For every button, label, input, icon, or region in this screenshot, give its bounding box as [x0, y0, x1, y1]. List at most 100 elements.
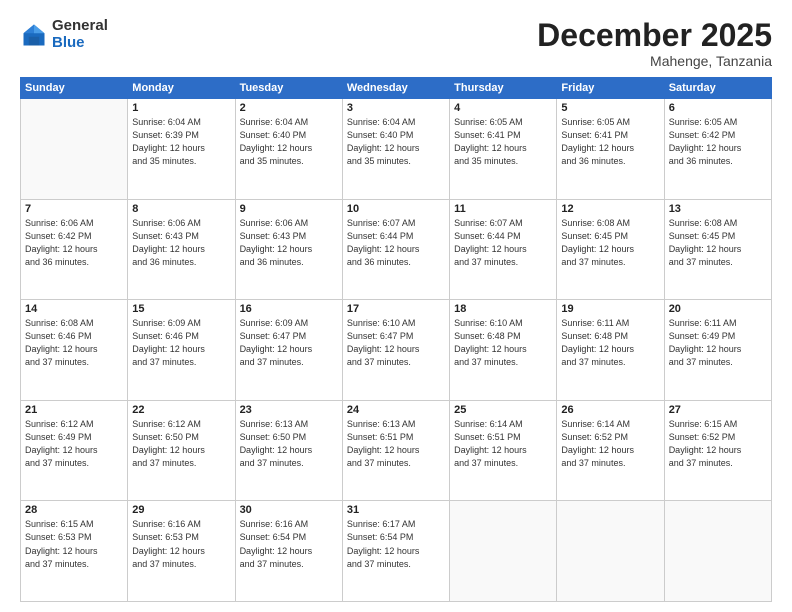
day-number: 28: [25, 504, 123, 516]
day-number: 9: [240, 203, 338, 215]
day-info: Sunrise: 6:07 AM Sunset: 6:44 PM Dayligh…: [347, 217, 445, 269]
day-cell: 8 Sunrise: 6:06 AM Sunset: 6:43 PM Daylig…: [128, 199, 235, 300]
day-number: 25: [454, 404, 552, 416]
day-cell: [664, 501, 771, 602]
week-row-1: 1Sunrise: 6:04 AM Sunset: 6:39 PM Daylig…: [21, 99, 772, 200]
day-number: 2: [240, 102, 338, 114]
day-cell: 11 Sunrise: 6:07 AM Sunset: 6:44 PM Dayli…: [450, 199, 557, 300]
day-number: 19: [561, 303, 659, 315]
day-cell: 4 Sunrise: 6:05 AM Sunset: 6:41 PM Daylig…: [450, 99, 557, 200]
week-row-2: 7Sunrise: 6:06 AM Sunset: 6:42 PM Daylig…: [21, 199, 772, 300]
day-cell: [21, 99, 128, 200]
day-number: 31: [347, 504, 445, 516]
header: General Blue December 2025 Mahenge, Tanz…: [20, 18, 772, 69]
day-number: 6: [669, 102, 767, 114]
day-number: 20: [669, 303, 767, 315]
day-cell: 20 Sunrise: 6:11 AM Sunset: 6:49 PM Dayli…: [664, 300, 771, 401]
weekday-header-tuesday: Tuesday: [235, 78, 342, 99]
day-number: 13: [669, 203, 767, 215]
day-cell: 7Sunrise: 6:06 AM Sunset: 6:42 PM Daylig…: [21, 199, 128, 300]
day-info: Sunrise: 6:14 AM Sunset: 6:51 PM Dayligh…: [454, 418, 552, 470]
day-info: Sunrise: 6:04 AM Sunset: 6:40 PM Dayligh…: [347, 116, 445, 168]
day-number: 15: [132, 303, 230, 315]
day-info: Sunrise: 6:11 AM Sunset: 6:49 PM Dayligh…: [669, 317, 767, 369]
day-number: 8: [132, 203, 230, 215]
day-info: Sunrise: 6:04 AM Sunset: 6:39 PM Dayligh…: [132, 116, 230, 168]
day-number: 21: [25, 404, 123, 416]
day-number: 14: [25, 303, 123, 315]
day-info: Sunrise: 6:06 AM Sunset: 6:43 PM Dayligh…: [132, 217, 230, 269]
day-number: 17: [347, 303, 445, 315]
week-row-5: 28 Sunrise: 6:15 AM Sunset: 6:53 PM Dayli…: [21, 501, 772, 602]
month-title: December 2025: [537, 18, 772, 53]
logo: General Blue: [20, 18, 108, 51]
weekday-header-saturday: Saturday: [664, 78, 771, 99]
day-info: Sunrise: 6:13 AM Sunset: 6:51 PM Dayligh…: [347, 418, 445, 470]
page: General Blue December 2025 Mahenge, Tanz…: [0, 0, 792, 612]
day-cell: 2 Sunrise: 6:04 AM Sunset: 6:40 PM Daylig…: [235, 99, 342, 200]
day-number: 26: [561, 404, 659, 416]
day-cell: 18Sunrise: 6:10 AM Sunset: 6:48 PM Dayli…: [450, 300, 557, 401]
day-info: Sunrise: 6:05 AM Sunset: 6:42 PM Dayligh…: [669, 116, 767, 168]
day-cell: 27 Sunrise: 6:15 AM Sunset: 6:52 PM Dayli…: [664, 400, 771, 501]
day-cell: 23 Sunrise: 6:13 AM Sunset: 6:50 PM Dayli…: [235, 400, 342, 501]
day-info: Sunrise: 6:12 AM Sunset: 6:50 PM Dayligh…: [132, 418, 230, 470]
day-cell: 28 Sunrise: 6:15 AM Sunset: 6:53 PM Dayli…: [21, 501, 128, 602]
day-cell: [450, 501, 557, 602]
day-info: Sunrise: 6:10 AM Sunset: 6:48 PM Dayligh…: [454, 317, 552, 369]
day-number: 5: [561, 102, 659, 114]
day-cell: 19 Sunrise: 6:11 AM Sunset: 6:48 PM Dayli…: [557, 300, 664, 401]
day-cell: 30Sunrise: 6:16 AM Sunset: 6:54 PM Dayli…: [235, 501, 342, 602]
day-info: Sunrise: 6:15 AM Sunset: 6:52 PM Dayligh…: [669, 418, 767, 470]
weekday-header-friday: Friday: [557, 78, 664, 99]
day-number: 16: [240, 303, 338, 315]
day-info: Sunrise: 6:13 AM Sunset: 6:50 PM Dayligh…: [240, 418, 338, 470]
day-info: Sunrise: 6:08 AM Sunset: 6:45 PM Dayligh…: [561, 217, 659, 269]
weekday-header-sunday: Sunday: [21, 78, 128, 99]
day-number: 23: [240, 404, 338, 416]
location-title: Mahenge, Tanzania: [537, 53, 772, 69]
day-info: Sunrise: 6:06 AM Sunset: 6:43 PM Dayligh…: [240, 217, 338, 269]
day-cell: 16 Sunrise: 6:09 AM Sunset: 6:47 PM Dayli…: [235, 300, 342, 401]
logo-blue: Blue: [52, 35, 108, 52]
day-number: 3: [347, 102, 445, 114]
logo-icon: [20, 21, 48, 49]
day-number: 27: [669, 404, 767, 416]
day-info: Sunrise: 6:16 AM Sunset: 6:54 PM Dayligh…: [240, 518, 338, 570]
day-cell: 24Sunrise: 6:13 AM Sunset: 6:51 PM Dayli…: [342, 400, 449, 501]
day-info: Sunrise: 6:15 AM Sunset: 6:53 PM Dayligh…: [25, 518, 123, 570]
weekday-header-thursday: Thursday: [450, 78, 557, 99]
day-cell: 31Sunrise: 6:17 AM Sunset: 6:54 PM Dayli…: [342, 501, 449, 602]
day-number: 29: [132, 504, 230, 516]
day-info: Sunrise: 6:12 AM Sunset: 6:49 PM Dayligh…: [25, 418, 123, 470]
day-number: 11: [454, 203, 552, 215]
weekday-header-wednesday: Wednesday: [342, 78, 449, 99]
day-cell: 9 Sunrise: 6:06 AM Sunset: 6:43 PM Daylig…: [235, 199, 342, 300]
day-cell: 25 Sunrise: 6:14 AM Sunset: 6:51 PM Dayli…: [450, 400, 557, 501]
day-number: 4: [454, 102, 552, 114]
day-info: Sunrise: 6:14 AM Sunset: 6:52 PM Dayligh…: [561, 418, 659, 470]
day-cell: 21 Sunrise: 6:12 AM Sunset: 6:49 PM Dayli…: [21, 400, 128, 501]
day-info: Sunrise: 6:07 AM Sunset: 6:44 PM Dayligh…: [454, 217, 552, 269]
day-cell: 1Sunrise: 6:04 AM Sunset: 6:39 PM Daylig…: [128, 99, 235, 200]
logo-text: General Blue: [52, 18, 108, 51]
day-cell: [557, 501, 664, 602]
week-row-4: 21 Sunrise: 6:12 AM Sunset: 6:49 PM Dayli…: [21, 400, 772, 501]
day-info: Sunrise: 6:04 AM Sunset: 6:40 PM Dayligh…: [240, 116, 338, 168]
day-info: Sunrise: 6:10 AM Sunset: 6:47 PM Dayligh…: [347, 317, 445, 369]
day-cell: 10Sunrise: 6:07 AM Sunset: 6:44 PM Dayli…: [342, 199, 449, 300]
weekday-header-row: SundayMondayTuesdayWednesdayThursdayFrid…: [21, 78, 772, 99]
day-info: Sunrise: 6:05 AM Sunset: 6:41 PM Dayligh…: [454, 116, 552, 168]
day-cell: 5 Sunrise: 6:05 AM Sunset: 6:41 PM Daylig…: [557, 99, 664, 200]
day-info: Sunrise: 6:05 AM Sunset: 6:41 PM Dayligh…: [561, 116, 659, 168]
day-cell: 6 Sunrise: 6:05 AM Sunset: 6:42 PM Daylig…: [664, 99, 771, 200]
weekday-header-monday: Monday: [128, 78, 235, 99]
day-cell: 22 Sunrise: 6:12 AM Sunset: 6:50 PM Dayli…: [128, 400, 235, 501]
day-cell: 13Sunrise: 6:08 AM Sunset: 6:45 PM Dayli…: [664, 199, 771, 300]
day-cell: 14Sunrise: 6:08 AM Sunset: 6:46 PM Dayli…: [21, 300, 128, 401]
day-number: 22: [132, 404, 230, 416]
day-info: Sunrise: 6:09 AM Sunset: 6:47 PM Dayligh…: [240, 317, 338, 369]
day-info: Sunrise: 6:11 AM Sunset: 6:48 PM Dayligh…: [561, 317, 659, 369]
day-cell: 15Sunrise: 6:09 AM Sunset: 6:46 PM Dayli…: [128, 300, 235, 401]
day-cell: 12Sunrise: 6:08 AM Sunset: 6:45 PM Dayli…: [557, 199, 664, 300]
